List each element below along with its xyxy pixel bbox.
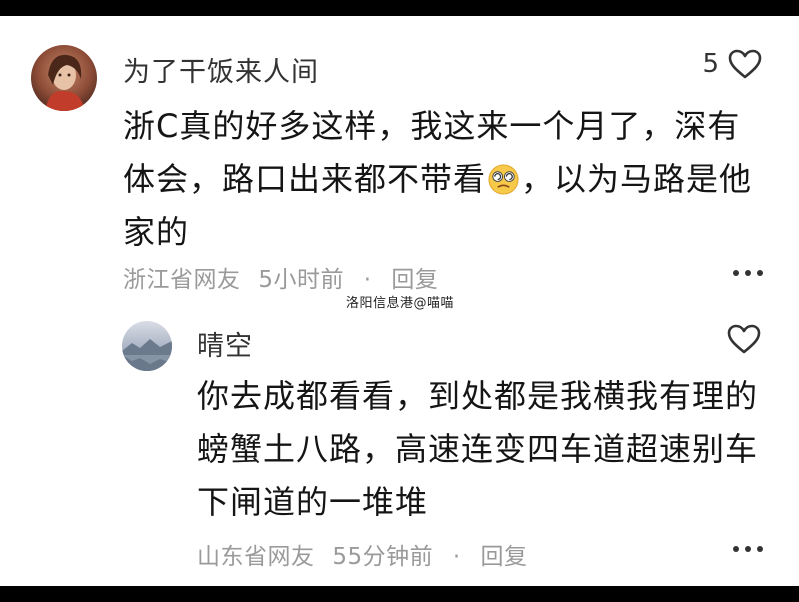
reply-meta: 山东省网友 55分钟前 · 回复 <box>197 537 528 571</box>
like-button[interactable]: 5 <box>702 46 763 82</box>
reply-link[interactable]: 回复 <box>481 544 528 570</box>
reply-username[interactable]: 晴空 <box>197 324 253 363</box>
meta-separator: · <box>363 267 372 293</box>
comment-meta: 浙江省网友 5小时前 · 回复 <box>123 260 438 294</box>
heart-outline-icon[interactable] <box>727 48 763 80</box>
heart-outline-icon[interactable] <box>726 323 762 355</box>
comment-text: 浙C真的好多这样，我这来一个月了，深有体会，路口出来都不带看 ，以为马路是他家的 <box>123 100 773 259</box>
avatar[interactable] <box>31 45 97 111</box>
more-dots-icon[interactable] <box>733 546 763 556</box>
meta-separator: · <box>452 544 461 570</box>
watermark: 洛阳信息港@喵喵 <box>346 296 455 311</box>
comment-username[interactable]: 为了干饭来人间 <box>123 50 319 89</box>
more-dots-icon[interactable] <box>733 270 763 280</box>
reply-text: 你去成都看看，到处都是我横我有理的螃蟹土八路，高速连变四车道超速别车下闸道的一堆… <box>197 377 759 521</box>
reply-time: 55分钟前 <box>332 544 434 570</box>
comment-screen: 为了干饭来人间 5 浙C真的好多这样，我这来一个月了，深有体会，路口出来都不带看… <box>0 16 799 586</box>
reply-location: 山东省网友 <box>197 544 315 570</box>
comment-time: 5小时前 <box>258 267 344 293</box>
like-count: 5 <box>702 49 719 79</box>
reply-avatar[interactable] <box>122 321 172 371</box>
reply-link[interactable]: 回复 <box>391 267 438 293</box>
dizzy-face-emoji-icon <box>488 164 519 195</box>
comment-location: 浙江省网友 <box>123 267 241 293</box>
